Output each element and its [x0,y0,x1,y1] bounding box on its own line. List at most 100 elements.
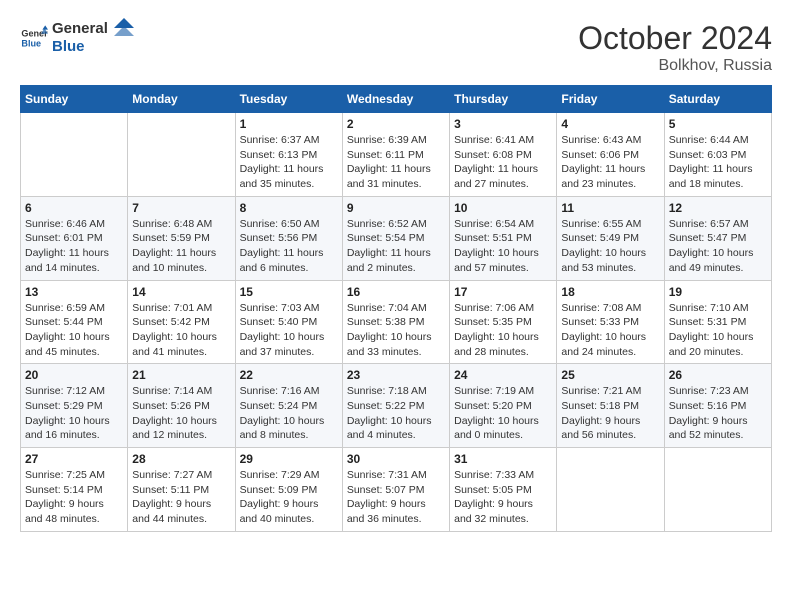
day-number: 17 [454,285,552,299]
day-content: Sunrise: 7:12 AMSunset: 5:29 PMDaylight:… [25,384,123,443]
day-number: 25 [561,368,659,382]
day-number: 3 [454,117,552,131]
day-content: Sunrise: 7:06 AMSunset: 5:35 PMDaylight:… [454,301,552,360]
day-number: 9 [347,201,445,215]
day-number: 2 [347,117,445,131]
day-content: Sunrise: 7:08 AMSunset: 5:33 PMDaylight:… [561,301,659,360]
header-saturday: Saturday [664,86,771,113]
day-content: Sunrise: 6:50 AMSunset: 5:56 PMDaylight:… [240,217,338,276]
calendar-cell: 18 Sunrise: 7:08 AMSunset: 5:33 PMDayligh… [557,280,664,364]
calendar-header-row: SundayMondayTuesdayWednesdayThursdayFrid… [21,86,772,113]
header-monday: Monday [128,86,235,113]
header-friday: Friday [557,86,664,113]
day-number: 10 [454,201,552,215]
calendar-week-2: 6Sunrise: 6:46 AMSunset: 6:01 PMDaylight… [21,196,772,280]
logo-text-general: General [52,20,108,38]
calendar-cell: 22Sunrise: 7:16 AMSunset: 5:24 PMDayligh… [235,364,342,448]
calendar-cell: 14 Sunrise: 7:01 AMSunset: 5:42 PMDayligh… [128,280,235,364]
calendar-cell: 10 Sunrise: 6:54 AMSunset: 5:51 PMDayligh… [450,196,557,280]
day-content: Sunrise: 6:41 AMSunset: 6:08 PMDaylight:… [454,133,552,192]
day-number: 27 [25,452,123,466]
day-content: Sunrise: 7:29 AMSunset: 5:09 PMDaylight:… [240,468,338,527]
day-content: Sunrise: 7:14 AMSunset: 5:26 PMDaylight:… [132,384,230,443]
calendar-cell: 27 Sunrise: 7:25 AMSunset: 5:14 PMDayligh… [21,448,128,532]
day-number: 15 [240,285,338,299]
day-content: Sunrise: 6:46 AMSunset: 6:01 PMDaylight:… [25,217,123,276]
calendar-week-1: 1 Sunrise: 6:37 AMSunset: 6:13 PMDaylight… [21,113,772,197]
day-content: Sunrise: 6:39 AMSunset: 6:11 PMDaylight:… [347,133,445,192]
calendar-cell: 28Sunrise: 7:27 AMSunset: 5:11 PMDayligh… [128,448,235,532]
day-content: Sunrise: 6:37 AMSunset: 6:13 PMDaylight:… [240,133,338,192]
day-number: 18 [561,285,659,299]
calendar-cell: 8 Sunrise: 6:50 AMSunset: 5:56 PMDaylight… [235,196,342,280]
calendar-cell [128,113,235,197]
calendar-cell: 7 Sunrise: 6:48 AMSunset: 5:59 PMDaylight… [128,196,235,280]
calendar-cell: 12 Sunrise: 6:57 AMSunset: 5:47 PMDayligh… [664,196,771,280]
calendar-cell: 9 Sunrise: 6:52 AMSunset: 5:54 PMDaylight… [342,196,449,280]
day-content: Sunrise: 6:59 AMSunset: 5:44 PMDaylight:… [25,301,123,360]
calendar-cell: 19 Sunrise: 7:10 AMSunset: 5:31 PMDayligh… [664,280,771,364]
day-content: Sunrise: 7:03 AMSunset: 5:40 PMDaylight:… [240,301,338,360]
day-content: Sunrise: 7:10 AMSunset: 5:31 PMDaylight:… [669,301,767,360]
calendar-cell: 30 Sunrise: 7:31 AMSunset: 5:07 PMDayligh… [342,448,449,532]
day-number: 13 [25,285,123,299]
day-content: Sunrise: 7:18 AMSunset: 5:22 PMDaylight:… [347,384,445,443]
calendar-cell: 6Sunrise: 6:46 AMSunset: 6:01 PMDaylight… [21,196,128,280]
calendar-cell: 25 Sunrise: 7:21 AMSunset: 5:18 PMDayligh… [557,364,664,448]
calendar-cell: 16Sunrise: 7:04 AMSunset: 5:38 PMDayligh… [342,280,449,364]
day-content: Sunrise: 6:48 AMSunset: 5:59 PMDaylight:… [132,217,230,276]
calendar-cell: 24Sunrise: 7:19 AMSunset: 5:20 PMDayligh… [450,364,557,448]
day-content: Sunrise: 7:31 AMSunset: 5:07 PMDaylight:… [347,468,445,527]
day-number: 16 [347,285,445,299]
page-header: General Blue General Blue October 2024 B… [20,20,772,75]
day-content: Sunrise: 7:19 AMSunset: 5:20 PMDaylight:… [454,384,552,443]
calendar-cell: 31Sunrise: 7:33 AMSunset: 5:05 PMDayligh… [450,448,557,532]
day-content: Sunrise: 6:55 AMSunset: 5:49 PMDaylight:… [561,217,659,276]
calendar-week-4: 20 Sunrise: 7:12 AMSunset: 5:29 PMDayligh… [21,364,772,448]
day-number: 31 [454,452,552,466]
header-wednesday: Wednesday [342,86,449,113]
day-number: 4 [561,117,659,131]
header-tuesday: Tuesday [235,86,342,113]
day-number: 19 [669,285,767,299]
calendar-cell: 3 Sunrise: 6:41 AMSunset: 6:08 PMDaylight… [450,113,557,197]
svg-text:Blue: Blue [21,38,41,48]
day-number: 20 [25,368,123,382]
day-content: Sunrise: 7:27 AMSunset: 5:11 PMDaylight:… [132,468,230,527]
day-number: 5 [669,117,767,131]
calendar-week-3: 13 Sunrise: 6:59 AMSunset: 5:44 PMDayligh… [21,280,772,364]
day-number: 29 [240,452,338,466]
day-content: Sunrise: 6:54 AMSunset: 5:51 PMDaylight:… [454,217,552,276]
day-number: 8 [240,201,338,215]
calendar-cell: 2 Sunrise: 6:39 AMSunset: 6:11 PMDaylight… [342,113,449,197]
day-content: Sunrise: 6:43 AMSunset: 6:06 PMDaylight:… [561,133,659,192]
header-sunday: Sunday [21,86,128,113]
day-number: 11 [561,201,659,215]
calendar-week-5: 27 Sunrise: 7:25 AMSunset: 5:14 PMDayligh… [21,448,772,532]
calendar-cell: 5Sunrise: 6:44 AMSunset: 6:03 PMDaylight… [664,113,771,197]
calendar-cell: 29 Sunrise: 7:29 AMSunset: 5:09 PMDayligh… [235,448,342,532]
calendar-table: SundayMondayTuesdayWednesdayThursdayFrid… [20,85,772,532]
logo: General Blue General Blue [20,20,134,56]
day-content: Sunrise: 6:52 AMSunset: 5:54 PMDaylight:… [347,217,445,276]
logo-text-blue: Blue [52,38,108,56]
day-content: Sunrise: 7:23 AMSunset: 5:16 PMDaylight:… [669,384,767,443]
calendar-cell: 4 Sunrise: 6:43 AMSunset: 6:06 PMDaylight… [557,113,664,197]
day-number: 1 [240,117,338,131]
calendar-cell [557,448,664,532]
day-content: Sunrise: 7:25 AMSunset: 5:14 PMDaylight:… [25,468,123,527]
calendar-cell: 1 Sunrise: 6:37 AMSunset: 6:13 PMDaylight… [235,113,342,197]
day-number: 14 [132,285,230,299]
day-number: 7 [132,201,230,215]
calendar-cell [664,448,771,532]
day-content: Sunrise: 7:01 AMSunset: 5:42 PMDaylight:… [132,301,230,360]
calendar-cell: 15 Sunrise: 7:03 AMSunset: 5:40 PMDayligh… [235,280,342,364]
day-number: 30 [347,452,445,466]
location-title: Bolkhov, Russia [578,57,772,75]
calendar-cell: 20 Sunrise: 7:12 AMSunset: 5:29 PMDayligh… [21,364,128,448]
day-number: 12 [669,201,767,215]
day-content: Sunrise: 6:57 AMSunset: 5:47 PMDaylight:… [669,217,767,276]
logo-arrow-icon [114,18,134,48]
day-content: Sunrise: 7:21 AMSunset: 5:18 PMDaylight:… [561,384,659,443]
day-number: 22 [240,368,338,382]
